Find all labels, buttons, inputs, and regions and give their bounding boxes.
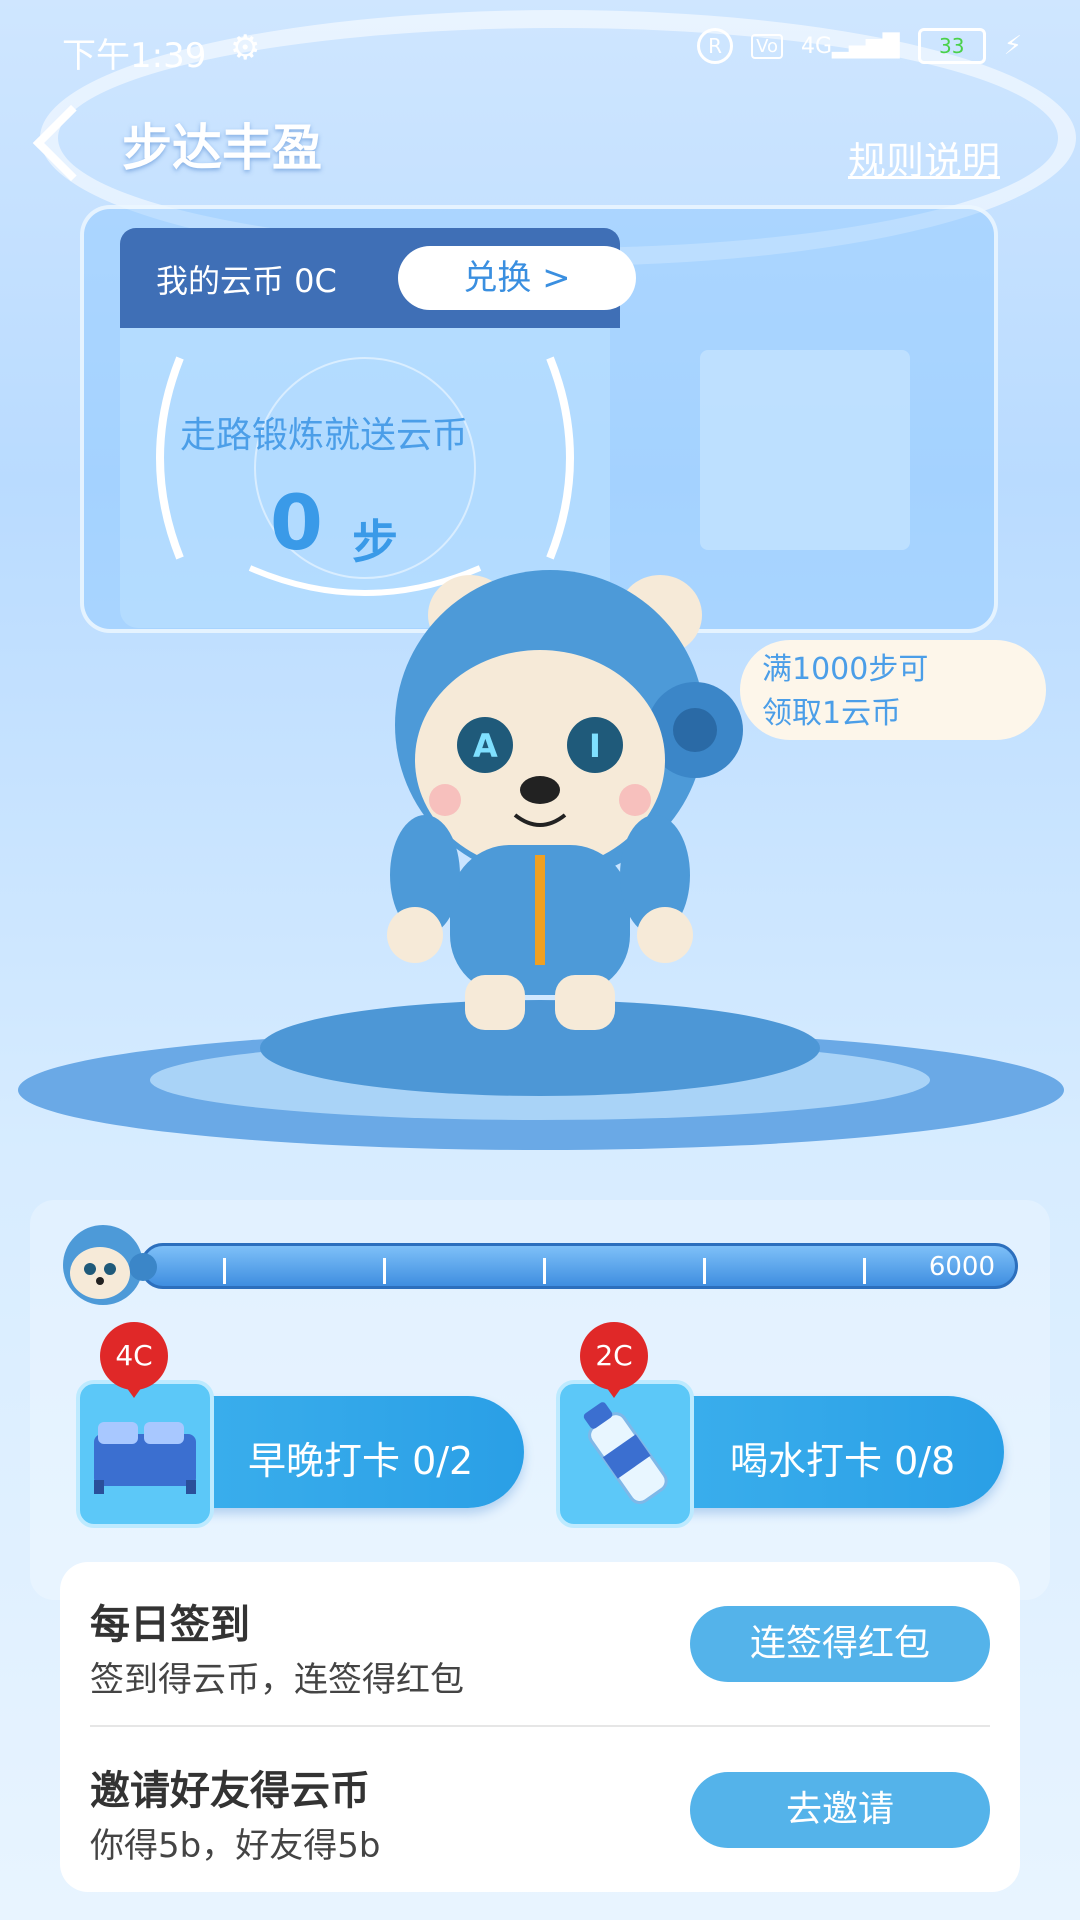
water-bottle-icon (556, 1380, 694, 1528)
bed-drawing (94, 1422, 196, 1494)
progress-tick (223, 1258, 226, 1284)
exchange-button[interactable]: 兑换 > (398, 246, 636, 310)
registered-icon: R (697, 28, 734, 64)
page-header: 步达丰盈 规则说明 (0, 100, 1080, 190)
bed-icon (76, 1380, 214, 1528)
status-bar: 下午1:39 ⚙ R Vo 4G▂▄▆█ 33 ⚡ (0, 22, 1080, 78)
signal-icon: 4G▂▄▆█ (801, 33, 900, 59)
bottle-drawing (583, 1402, 668, 1505)
checkin-subtitle: 签到得云币，连签得红包 (90, 1660, 464, 1700)
page-title: 步达丰盈 (122, 119, 322, 177)
back-arrow-icon[interactable] (32, 104, 110, 182)
invite-button[interactable]: 去邀请 (690, 1772, 990, 1848)
svg-text:I: I (589, 727, 601, 765)
reward-tip-line1: 满1000步可 (762, 652, 929, 687)
decorative-panel (700, 350, 910, 550)
settings-gear-icon: ⚙ (230, 28, 261, 68)
reward-tip-bubble: 满1000步可 领取1云币 (740, 640, 1046, 740)
volte-icon: Vo (751, 33, 783, 59)
daily-tasks-card: 每日签到 签到得云币，连签得红包 连签得红包 邀请好友得云币 你得5b，好友得5… (60, 1562, 1020, 1892)
progress-max-label: 6000 (928, 1252, 995, 1282)
progress-tick (863, 1258, 866, 1284)
svg-text:A: A (473, 727, 498, 765)
status-time: 下午1:39 (62, 36, 207, 76)
task-label: 喝水打卡 0/8 (730, 1439, 956, 1483)
bear-mascot-icon: A I (387, 570, 743, 1030)
reward-badge: 4C (100, 1322, 168, 1390)
coin-balance: 我的云币 0C (156, 262, 337, 300)
badge-pointer (604, 1384, 624, 1398)
step-count: 0 (270, 478, 323, 567)
progress-tick (383, 1258, 386, 1284)
rules-link[interactable]: 规则说明 (848, 130, 1000, 185)
checkin-title: 每日签到 (90, 1602, 250, 1648)
coin-bar: 我的云币 0C 兑换 > (120, 228, 636, 328)
reward-badge: 2C (580, 1322, 648, 1390)
battery-icon: 33 (917, 28, 986, 64)
divider (90, 1725, 990, 1727)
progress-tick (703, 1258, 706, 1284)
badge-pointer (124, 1384, 144, 1398)
invite-subtitle: 你得5b，好友得5b (90, 1826, 381, 1866)
network-type: 4G (801, 33, 833, 59)
progress-bear-icon (63, 1225, 157, 1305)
task-label: 早晚打卡 0/2 (248, 1439, 474, 1483)
invite-title: 邀请好友得云币 (90, 1768, 370, 1814)
progress-tick (543, 1258, 546, 1284)
charging-icon: ⚡ (1003, 31, 1022, 61)
reward-tip-line2: 领取1云币 (762, 696, 902, 731)
step-title: 走路锻炼就送云币 (180, 415, 469, 456)
checkin-button[interactable]: 连签得红包 (690, 1606, 990, 1682)
step-progress-bar: 6000 (140, 1243, 1018, 1289)
